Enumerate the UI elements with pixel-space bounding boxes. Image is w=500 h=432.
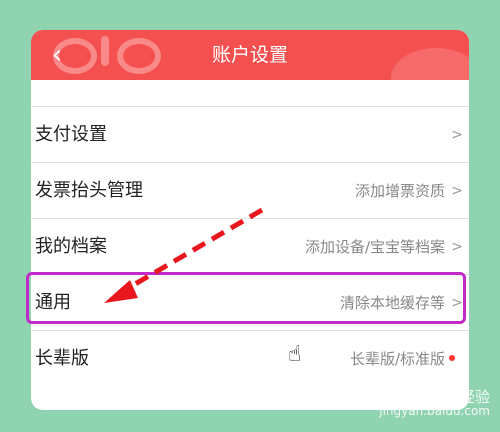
watermark: Bai 经验 jingyan.baidu.com bbox=[379, 388, 490, 419]
watermark-logo: Bai 经验 bbox=[431, 388, 490, 406]
hand-cursor-icon: ☝ bbox=[288, 342, 302, 367]
annotation-arrow bbox=[104, 207, 264, 303]
watermark-url: jingyan.baidu.com bbox=[379, 404, 490, 418]
